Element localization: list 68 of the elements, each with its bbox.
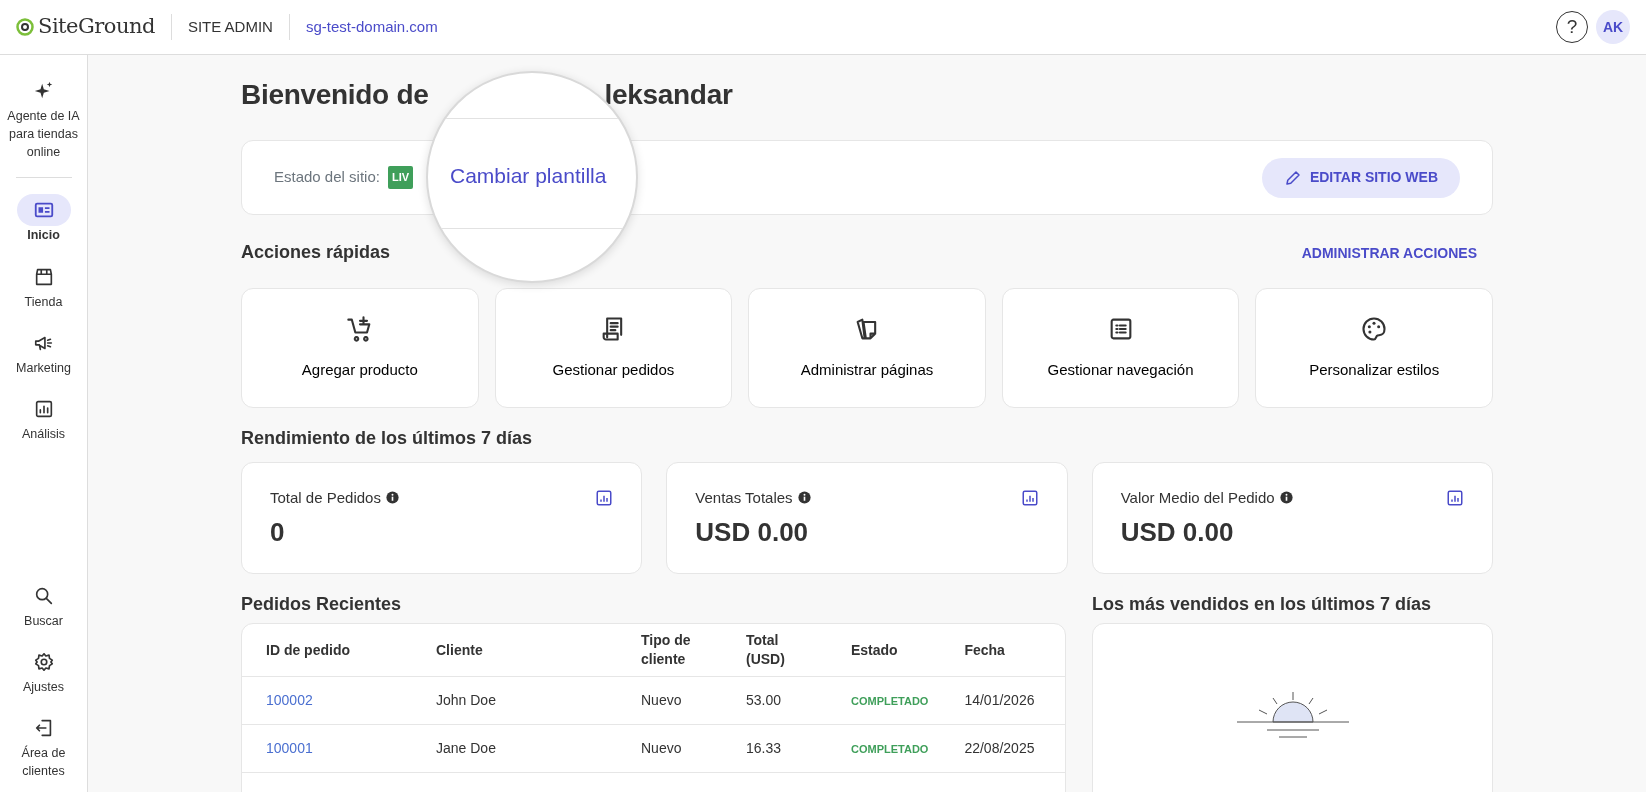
edit-site-button[interactable]: EDITAR SITIO WEB [1261,157,1460,198]
status-label: Estado del sitio: [274,167,380,188]
order-status: COMPLETADO [851,742,929,755]
chart-icon[interactable] [1446,488,1464,507]
quick-action-label: Administrar páginas [800,359,934,380]
column-header: Tipo de cliente [617,624,722,677]
page-title: Bienvenido de [241,78,429,112]
section-title: Los más vendidos en los últimos 7 días [1092,593,1433,616]
table-cell: Nuevo [617,676,722,725]
column-header: Fecha [940,624,1065,677]
table-cell: Nuevo [617,724,722,773]
chart-icon[interactable] [1020,488,1039,507]
nav-item-label[interactable]: Ajustes [0,677,87,696]
section-label: SITE ADMIN [187,16,273,37]
table-cell: Jane Doe [412,724,617,773]
user-avatar[interactable]: AK [1596,10,1630,44]
nav-item-indicator[interactable] [16,194,71,227]
stat-label: Ventas Totales [695,487,793,508]
stat-value: USD 0.00 [695,516,810,550]
info-icon [797,491,811,505]
nav-item-label[interactable]: Área de clientes [0,743,87,780]
section-title: Pedidos Recientes [241,593,403,616]
status-badge: LIV [387,166,414,189]
order-status: COMPLETADO [851,694,929,707]
stat-value: USD 0.00 [1120,516,1235,550]
table-cell: 16.33 [722,724,827,773]
domain-link[interactable]: sg-test-domain.com [305,15,438,39]
table-cell: 53.00 [722,676,827,725]
stat-label: Total de Pedidos [270,487,381,508]
quick-action-card[interactable]: Personalizar estilos [1255,288,1493,408]
nav-item-label[interactable]: Buscar [0,611,87,630]
column-header: ID de pedido [242,624,412,677]
quick-action-label: Gestionar pedidos [552,359,675,380]
column-header: Total (USD) [722,624,827,677]
nav-item-label[interactable]: Tienda [0,292,87,311]
nav-item-label[interactable]: Inicio [0,226,87,245]
pencil-icon [1283,168,1302,187]
order-id-link[interactable]: 100001 [266,739,313,756]
quick-action-label: Agregar producto [301,359,418,380]
stat-label: Valor Medio del Pedido [1120,487,1275,508]
nav-item-label[interactable]: Agente de IA para tiendas online [0,107,87,162]
change-template-link[interactable]: Cambiar plantilla [448,160,607,192]
stat-value: 0 [270,516,286,550]
quick-action-label: Gestionar navegación [1047,359,1194,380]
logo-icon [16,18,34,36]
quick-action-card[interactable]: Gestionar pedidos [494,288,733,408]
nav-item-label[interactable]: Marketing [0,358,87,377]
help-button[interactable]: ? [1556,11,1588,43]
section-title: Rendimiento de los últimos 7 días [241,428,534,450]
column-header: Estado [827,624,941,677]
manage-actions-link[interactable]: ADMINISTRAR ACCIONES [1301,242,1477,264]
nav-item-label[interactable]: Análisis [0,424,87,443]
quick-action-card[interactable]: Gestionar navegación [1001,288,1240,408]
column-header: Cliente [412,624,617,677]
settings-icon [32,650,55,673]
table-cell: 22/08/2025 [940,724,1065,773]
table-cell: 14/01/2026 [940,676,1065,725]
quick-action-card[interactable]: Administrar páginas [748,288,986,408]
order-id-link[interactable]: 100002 [266,691,313,708]
page-title: leksandar [604,78,733,112]
logo-text: SiteGround [38,13,155,41]
chart-icon[interactable] [595,488,614,507]
quick-action-label: Personalizar estilos [1309,359,1440,380]
info-icon [1279,491,1293,505]
quick-action-card[interactable]: Agregar producto [241,288,479,408]
table-cell: John Doe [412,676,617,725]
section-title: Acciones rápidas [241,242,391,264]
info-icon [385,491,399,505]
